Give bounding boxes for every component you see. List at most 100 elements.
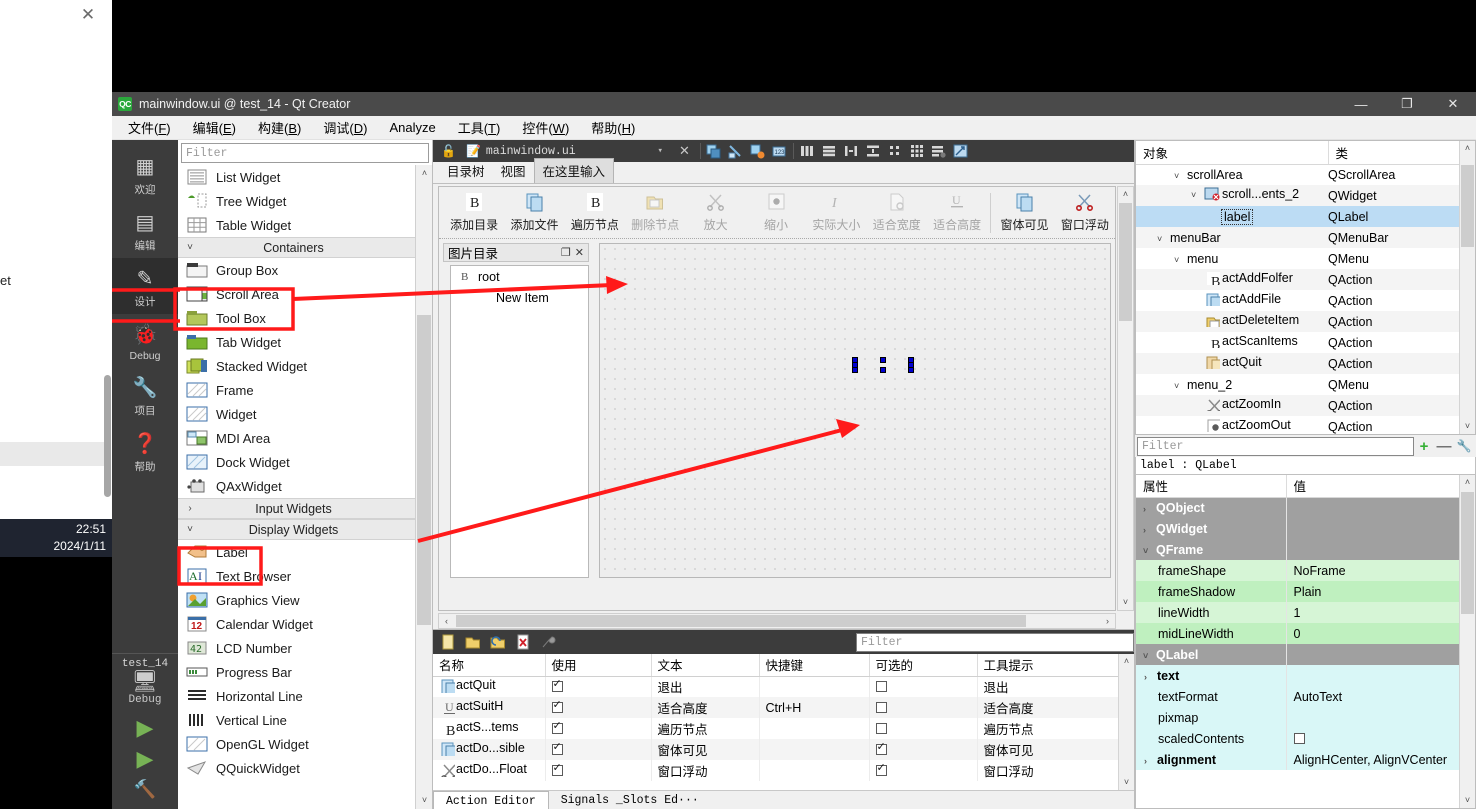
menu-item-5[interactable]: 工具(T) [458, 118, 501, 137]
add-property-icon[interactable]: + [1414, 438, 1434, 455]
mode-编辑[interactable]: ▤ 编辑 [112, 202, 178, 258]
break-layout-icon[interactable] [930, 142, 948, 160]
image-directory-dock[interactable]: 图片目录 ❐ ✕ Broot New Item [443, 243, 589, 578]
menu-item-7[interactable]: 帮助(H) [591, 118, 635, 137]
form-toolbutton-放大[interactable]: 放大 [686, 192, 746, 233]
dock-close-icon[interactable]: ✕ [575, 246, 584, 259]
mode-欢迎[interactable]: ▦ 欢迎 [112, 146, 178, 202]
table-row[interactable]: ˅ menu_2 QMenu [1136, 374, 1475, 395]
canvas-horizontal-scrollbar[interactable]: ‹ › [438, 613, 1116, 629]
form-toolbutton-实际大小[interactable]: I 实际大小 [806, 192, 866, 233]
layout-grid-icon[interactable] [908, 142, 926, 160]
scrollbar-thumb[interactable] [417, 315, 431, 625]
widget-item-dock-widget[interactable]: Dock Widget [178, 450, 415, 474]
property-value[interactable]: Plain [1294, 585, 1322, 599]
property-value-cell[interactable]: AutoText [1286, 686, 1475, 707]
object-tree-name[interactable]: menuBar [1170, 231, 1221, 245]
action-filter-input[interactable]: Filter [856, 632, 1134, 652]
form-work-area[interactable] [599, 243, 1111, 578]
table-row[interactable]: UactSuitH适合高度Ctrl+H适合高度 [433, 697, 1134, 718]
dock-tree-item[interactable]: New Item [451, 287, 588, 308]
object-tree-column-0[interactable]: 对象 [1136, 141, 1329, 165]
action-editor-tab-1[interactable]: Signals _Slots Ed··· [549, 791, 711, 809]
widget-item-list-widget[interactable]: List Widget [178, 165, 415, 189]
table-row[interactable]: actZoomOut QAction [1136, 416, 1475, 434]
property-value[interactable]: AutoText [1294, 690, 1343, 704]
object-tree-name-cell[interactable]: actZoomIn [1136, 395, 1328, 416]
action-column-0[interactable]: 名称 [433, 654, 546, 677]
widget-category-Containers[interactable]: ˅ Containers [178, 237, 415, 258]
edit-action-icon[interactable] [489, 633, 507, 651]
property-value-cell[interactable]: AlignHCenter, AlignVCenter [1286, 749, 1475, 770]
property-value[interactable]: AlignHCenter, AlignVCenter [1294, 753, 1448, 767]
table-row[interactable]: ˅ scroll...ents_2 QWidget [1136, 185, 1475, 206]
action-used-cell[interactable] [545, 739, 652, 760]
widget-item-mdi-area[interactable]: MDI Area [178, 426, 415, 450]
checkbox[interactable] [551, 740, 563, 755]
object-tree-name-cell[interactable]: BactScanItems [1136, 332, 1328, 353]
widget-item-scroll-area[interactable]: Scroll Area [178, 282, 415, 306]
property-group-name[interactable]: › QWidget [1136, 518, 1287, 539]
checkbox[interactable] [551, 719, 563, 734]
property-row[interactable]: lineWidth 1 [1136, 602, 1475, 623]
object-tree-name[interactable]: scrollArea [1187, 168, 1243, 182]
scrollbar-thumb[interactable] [1119, 203, 1132, 321]
mode-设计[interactable]: ✎ 设计 [112, 258, 178, 314]
chevron-right-icon[interactable]: › [1144, 672, 1157, 682]
build-button[interactable]: 🔨 [112, 774, 178, 805]
object-tree-name-cell[interactable]: actZoomOut [1136, 416, 1328, 434]
mode-Debug[interactable]: 🐞 Debug [112, 314, 178, 367]
settings-icon[interactable] [539, 633, 557, 651]
table-row[interactable]: BactAddFolfer QAction [1136, 269, 1475, 290]
property-column-0[interactable]: 属性 [1136, 475, 1287, 498]
object-tree-name[interactable]: menu_2 [1187, 378, 1232, 392]
action-used-cell[interactable] [545, 676, 652, 697]
scroll-up-icon[interactable]: ˄ [1460, 141, 1475, 156]
checkbox[interactable] [875, 701, 887, 713]
property-value[interactable]: 0 [1294, 627, 1301, 641]
property-row[interactable]: frameShadow Plain [1136, 581, 1475, 602]
table-row[interactable]: ˅ scrollArea QScrollArea [1136, 164, 1475, 185]
object-tree-name-cell[interactable]: ˅ menu [1136, 248, 1328, 269]
action-editor-table[interactable]: 名称使用文本快捷键可选的工具提示actQuit退出退出UactSuitH适合高度… [433, 654, 1134, 790]
checkbox[interactable] [875, 761, 887, 776]
widget-category-Display Widgets[interactable]: ˅ Display Widgets [178, 519, 415, 540]
edit-signals-slots-icon[interactable] [727, 142, 745, 160]
layout-horizontally-icon[interactable] [798, 142, 816, 160]
object-tree-column-1[interactable]: 类 [1328, 141, 1475, 165]
layout-splitter-vertical-icon[interactable] [864, 142, 882, 160]
widget-item-table-widget[interactable]: Table Widget [178, 213, 415, 237]
form-toolbutton-窗体可见[interactable]: 窗体可见 [994, 192, 1054, 233]
object-inspector[interactable]: 对象类 ˅ scrollArea QScrollArea ˅ scroll...ents_… [1135, 140, 1476, 435]
object-tree-name[interactable]: actAddFolfer [1222, 271, 1293, 285]
designer-canvas-area[interactable]: B 添加目录 添加文件 B 遍历节点 删除节点 放大 缩小 I 实际大小 适合宽度 U 适合高度 窗体可见… [433, 184, 1134, 629]
chevron-down-icon[interactable]: ˅ [1174, 381, 1187, 391]
property-row[interactable]: scaledContents [1136, 728, 1475, 749]
action-checkable-cell[interactable] [869, 739, 978, 760]
chevron-down-icon[interactable]: ˅ [1157, 234, 1170, 244]
action-used-cell[interactable] [545, 718, 652, 739]
object-tree-name-cell[interactable]: ˅ menu_2 [1136, 374, 1328, 395]
widget-item-opengl-widget[interactable]: OpenGL Widget [178, 732, 415, 756]
open-icon[interactable] [464, 633, 482, 651]
property-column-1[interactable]: 值 [1286, 475, 1475, 498]
property-editor-table[interactable]: 属性值 › QObject › QWidget ˅ QFrame frameShape NoFr… [1135, 475, 1476, 809]
widget-item-vertical-line[interactable]: Vertical Line [178, 708, 415, 732]
action-column-5[interactable]: 工具提示 [977, 654, 1134, 677]
object-tree-name-cell[interactable]: BactAddFolfer [1136, 269, 1328, 290]
table-row[interactable]: actQuit QAction [1136, 353, 1475, 375]
action-column-1[interactable]: 使用 [545, 654, 652, 677]
widget-item-label[interactable]: Label [178, 540, 415, 564]
action-used-cell[interactable] [545, 760, 652, 781]
selected-label-widget[interactable] [852, 357, 914, 373]
adjust-size-icon[interactable] [952, 142, 970, 160]
action-column-4[interactable]: 可选的 [869, 654, 978, 677]
scroll-up-icon[interactable]: ˄ [416, 165, 432, 182]
checkbox[interactable] [875, 740, 887, 755]
widget-item-stacked-widget[interactable]: Stacked Widget [178, 354, 415, 378]
widget-category-Input Widgets[interactable]: › Input Widgets [178, 498, 415, 519]
property-group-name[interactable]: ˅ QFrame [1136, 539, 1287, 560]
widget-item-progress-bar[interactable]: Progress Bar [178, 660, 415, 684]
lock-icon[interactable]: 🔓 [437, 144, 460, 158]
object-tree-name-cell[interactable]: ˅ scrollArea [1136, 164, 1328, 185]
